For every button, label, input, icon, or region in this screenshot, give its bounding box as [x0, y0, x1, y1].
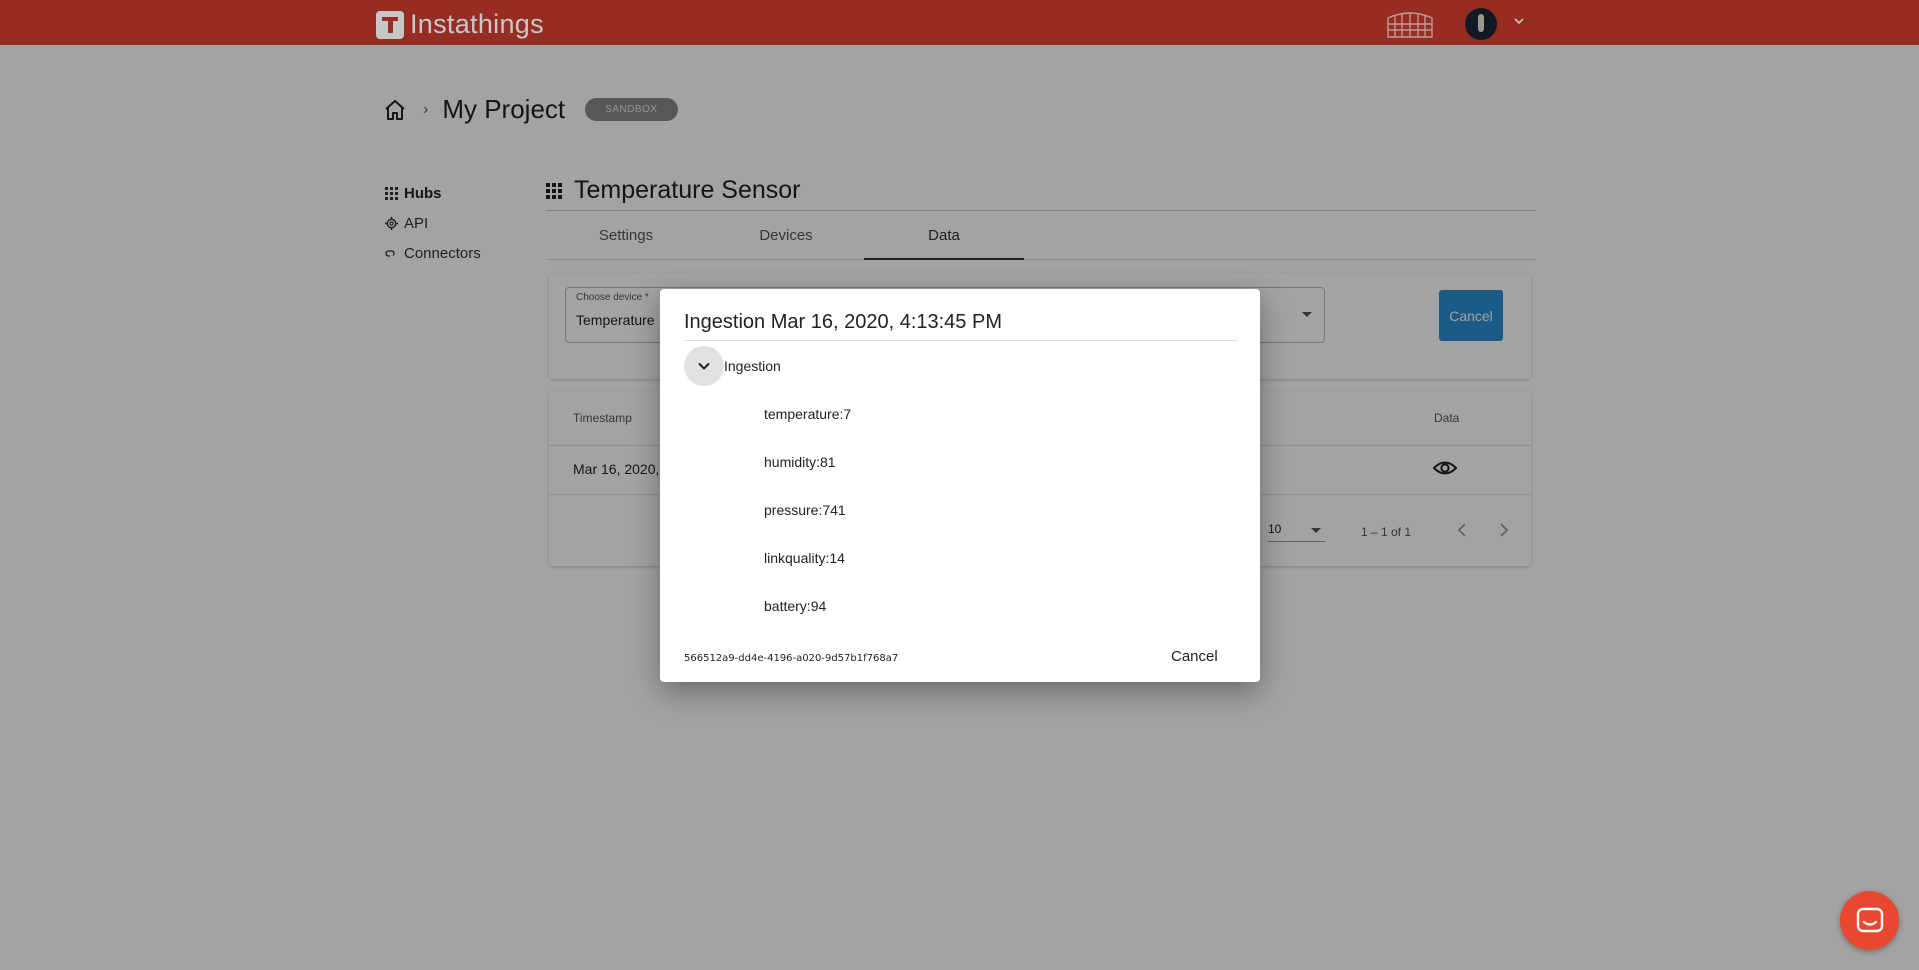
ingestion-id: 566512a9-dd4e-4196-a020-9d57b1f768a7	[684, 653, 899, 664]
chat-icon	[1856, 907, 1883, 932]
top-bar: Instathings	[0, 0, 1919, 45]
divider	[684, 340, 1237, 341]
tree-group-label: Ingestion	[724, 358, 781, 374]
tree-item: pressure:741	[764, 502, 846, 518]
tree-item: temperature:7	[764, 406, 852, 422]
collapse-toggle-button[interactable]	[684, 346, 724, 386]
chat-launcher-button[interactable]	[1840, 891, 1899, 950]
tree-item: humidity:81	[764, 454, 836, 470]
ingestion-dialog: Ingestion Mar 16, 2020, 4:13:45 PM Inges…	[660, 289, 1260, 682]
overlay-shade	[0, 0, 1919, 45]
tree-item: battery:94	[764, 598, 827, 614]
dialog-cancel-button[interactable]: Cancel	[1163, 641, 1226, 671]
tree-item: linkquality:14	[764, 550, 845, 566]
dialog-title: Ingestion Mar 16, 2020, 4:13:45 PM	[684, 311, 1002, 333]
chevron-down-icon	[698, 362, 710, 370]
